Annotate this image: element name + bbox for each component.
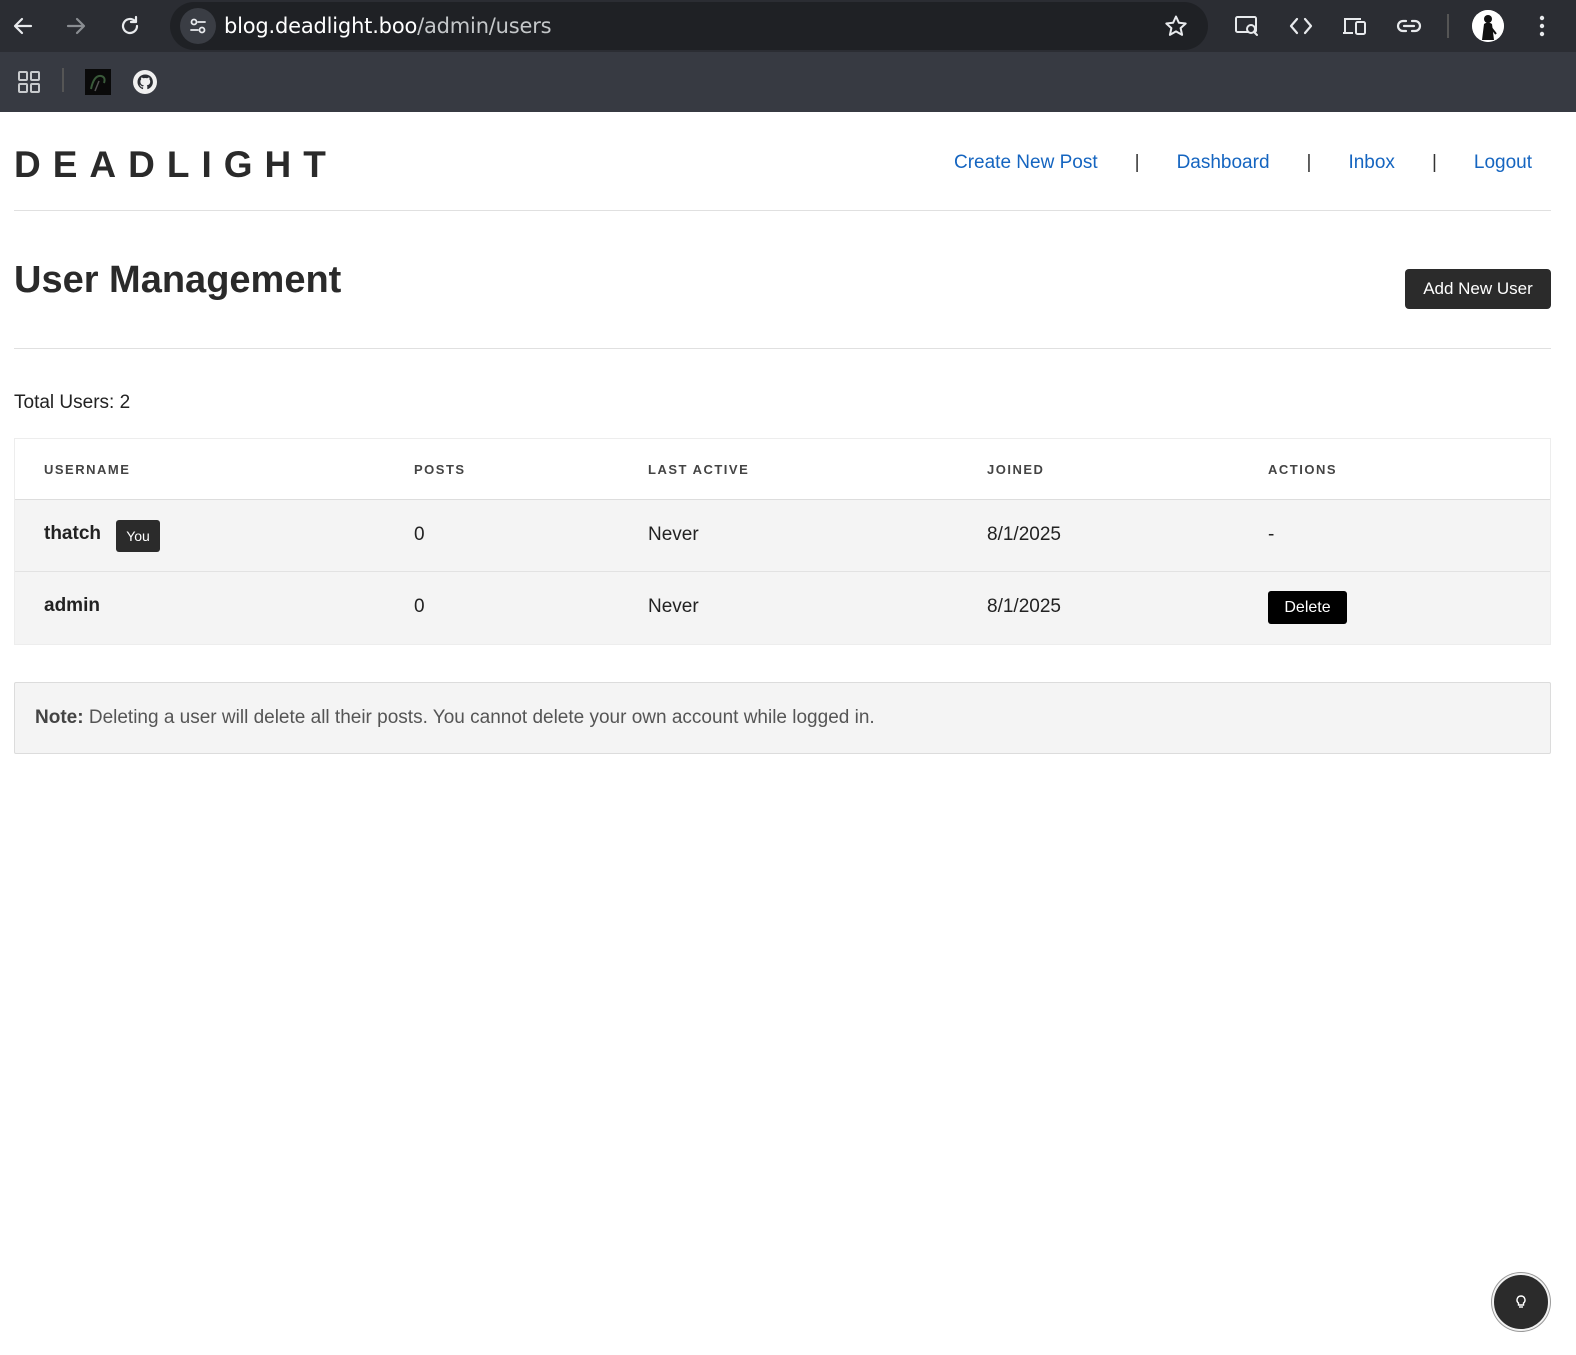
column-header-posts: POSTS [414, 462, 466, 477]
address-bar[interactable]: blog.deadlight.boo/admin/users [170, 2, 1208, 50]
delete-user-button[interactable]: Delete [1268, 591, 1347, 624]
you-badge: You [116, 520, 160, 552]
screen-search-icon[interactable] [1229, 8, 1265, 44]
url-text: blog.deadlight.boo/admin/users [224, 14, 552, 38]
table-row: admin 0 Never 8/1/2025 Delete [15, 572, 1550, 644]
toolbar-divider [1447, 14, 1449, 38]
bookmarks-divider [62, 68, 64, 92]
nav-separator: | [1306, 152, 1312, 173]
url-path: /admin/users [417, 14, 552, 38]
table-header: USERNAME POSTS LAST ACTIVE JOINED ACTION… [15, 439, 1550, 500]
bookmark-favicon[interactable] [82, 66, 114, 98]
note-label: Note: [35, 707, 84, 728]
more-icon[interactable] [1524, 8, 1560, 44]
actions-cell: - [1268, 524, 1275, 545]
users-table: USERNAME POSTS LAST ACTIVE JOINED ACTION… [14, 438, 1551, 645]
browser-toolbar: blog.deadlight.boo/admin/users [0, 0, 1576, 52]
joined-cell: 8/1/2025 [987, 524, 1061, 545]
total-users-count: Total Users: 2 [14, 392, 131, 413]
column-header-actions: ACTIONS [1268, 462, 1337, 477]
column-header-joined: JOINED [987, 462, 1045, 477]
joined-cell: 8/1/2025 [987, 596, 1061, 617]
note-text: Deleting a user will delete all their po… [83, 707, 875, 728]
nav-logout[interactable]: Logout [1474, 152, 1532, 174]
title-row: User Management Add New User [14, 211, 1551, 349]
username-cell: thatch [44, 523, 101, 544]
scroll-to-top-button[interactable] [1492, 1273, 1550, 1331]
note-box: Note: Deleting a user will delete all th… [14, 682, 1551, 754]
bookmarks-bar [0, 52, 1576, 112]
link-icon[interactable] [1391, 8, 1427, 44]
reload-icon[interactable] [112, 8, 148, 44]
column-header-username: USERNAME [44, 462, 131, 477]
main-nav: Create New Post | Dashboard | Inbox | Lo… [954, 152, 1532, 174]
posts-cell: 0 [414, 596, 425, 617]
nav-separator: | [1134, 152, 1140, 173]
nav-create-new-post[interactable]: Create New Post [954, 152, 1098, 174]
nav-dashboard[interactable]: Dashboard [1177, 152, 1270, 174]
profile-avatar[interactable] [1472, 10, 1504, 42]
devices-icon[interactable] [1337, 8, 1373, 44]
nav-separator: | [1431, 152, 1437, 173]
page-title: User Management [14, 259, 342, 301]
url-host: blog.deadlight.boo [224, 14, 418, 38]
github-icon[interactable] [129, 66, 161, 98]
back-icon[interactable] [5, 8, 41, 44]
add-new-user-button[interactable]: Add New User [1405, 269, 1551, 309]
forward-icon[interactable] [58, 8, 94, 44]
posts-cell: 0 [414, 524, 425, 545]
table-row: thatch You 0 Never 8/1/2025 - [15, 500, 1550, 572]
username-cell: admin [44, 595, 100, 616]
code-icon[interactable] [1283, 8, 1319, 44]
nav-inbox[interactable]: Inbox [1348, 152, 1394, 174]
lightbulb-icon [1516, 1295, 1526, 1308]
page-content: DEADLIGHT Create New Post | Dashboard | … [14, 112, 1551, 754]
last-active-cell: Never [648, 524, 699, 545]
site-info-icon[interactable] [180, 8, 216, 44]
star-icon[interactable] [1162, 12, 1190, 40]
site-header: DEADLIGHT Create New Post | Dashboard | … [14, 112, 1551, 211]
apps-icon[interactable] [13, 66, 45, 98]
column-header-last-active: LAST ACTIVE [648, 462, 750, 477]
browser-chrome: blog.deadlight.boo/admin/users [0, 0, 1576, 112]
site-logo[interactable]: DEADLIGHT [14, 144, 338, 186]
last-active-cell: Never [648, 596, 699, 617]
